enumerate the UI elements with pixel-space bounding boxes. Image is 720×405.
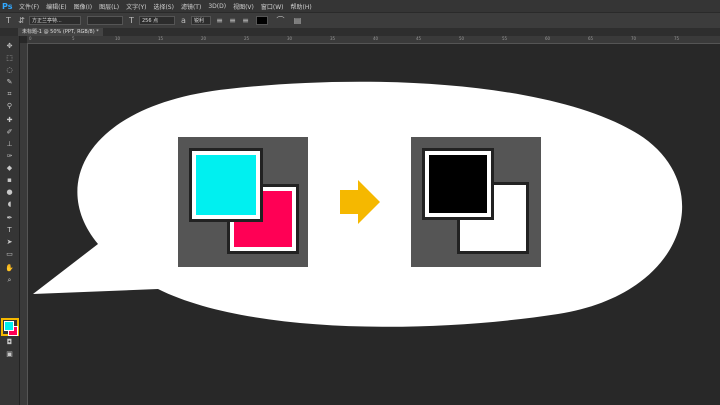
ruler-tick-label: 55 <box>502 36 508 41</box>
font-style-select[interactable] <box>87 16 123 25</box>
menu-file[interactable]: 文件(F) <box>19 2 39 11</box>
ruler-tick-label: 45 <box>416 36 422 41</box>
warp-text-icon[interactable]: ⌒ <box>276 16 285 25</box>
rectangle-tool-icon[interactable]: ▭ <box>4 250 15 259</box>
text-orientation-icon[interactable]: ⇵ <box>17 16 26 25</box>
type-tool-icon-side[interactable]: T <box>4 226 15 235</box>
quick-select-tool-icon[interactable]: ✎ <box>4 78 15 87</box>
align-center-icon[interactable]: ≡ <box>228 16 237 25</box>
ruler-tick-label: 40 <box>373 36 379 41</box>
menu-bar: Ps 文件(F) 编辑(E) 图像(I) 图层(L) 文字(Y) 选择(S) 滤… <box>0 0 720 12</box>
ruler-tick-label: 0 <box>29 36 32 41</box>
canvas-area[interactable] <box>28 44 720 405</box>
align-right-icon[interactable]: ≡ <box>241 16 250 25</box>
after-foreground-square <box>422 148 494 220</box>
blur-tool-icon[interactable]: ● <box>4 188 15 197</box>
menu-select[interactable]: 选择(S) <box>153 2 174 11</box>
arrow-right-icon <box>340 180 380 224</box>
document-tab[interactable]: 未标题-1 @ 50% (PPT, RGB/8) * <box>18 28 103 36</box>
marquee-tool-icon[interactable]: ⬚ <box>4 54 15 63</box>
path-select-tool-icon[interactable]: ➤ <box>4 238 15 247</box>
ruler-tick-label: 65 <box>588 36 594 41</box>
document-tab-bar: 未标题-1 @ 50% (PPT, RGB/8) * <box>0 28 720 36</box>
font-size-select[interactable]: 256 点 <box>139 16 175 25</box>
menu-layer[interactable]: 图层(L) <box>99 2 119 11</box>
text-color-swatch[interactable] <box>256 16 268 25</box>
ruler-tick-label: 15 <box>158 36 164 41</box>
ruler-tick-label: 25 <box>244 36 250 41</box>
menu-filter[interactable]: 滤镜(T) <box>181 2 201 11</box>
history-brush-tool-icon[interactable]: ✑ <box>4 152 15 161</box>
font-family-select[interactable]: 方正兰亭特... <box>29 16 81 25</box>
menu-type[interactable]: 文字(Y) <box>126 2 146 11</box>
menu-window[interactable]: 窗口(W) <box>261 2 284 11</box>
align-left-icon[interactable]: ≡ <box>215 16 224 25</box>
ruler-tick-label: 75 <box>674 36 680 41</box>
type-tool-icon[interactable]: T <box>4 16 13 25</box>
zoom-tool-icon[interactable]: ⌕ <box>4 276 15 285</box>
ruler-tick-label: 30 <box>287 36 293 41</box>
ruler-tick-label: 5 <box>72 36 75 41</box>
move-tool-icon[interactable]: ✥ <box>4 42 15 51</box>
after-swatch-panel <box>411 137 541 267</box>
crop-tool-icon[interactable]: ⌗ <box>4 90 15 99</box>
pen-tool-icon[interactable]: ✒ <box>4 214 15 223</box>
vertical-ruler <box>20 43 28 405</box>
antialias-select[interactable]: 锐利 <box>191 16 211 25</box>
tools-panel: ✥ ⬚ ◌ ✎ ⌗ ⚲ ✚ ✐ ⊥ ✑ ◆ ▪ ● ◖ ✒ T ➤ ▭ ✋ ⌕ … <box>0 36 20 405</box>
antialias-icon: a <box>181 16 186 25</box>
screen-mode-icon[interactable]: ▣ <box>4 350 15 359</box>
menu-help[interactable]: 帮助(H) <box>291 2 312 11</box>
ruler-tick-label: 60 <box>545 36 551 41</box>
menu-3d[interactable]: 3D(D) <box>208 3 226 10</box>
options-bar: T ⇵ 方正兰亭特... T 256 点 a 锐利 ≡ ≡ ≡ ⌒ ▤ <box>0 12 720 29</box>
brush-tool-icon[interactable]: ✐ <box>4 128 15 137</box>
gradient-tool-icon[interactable]: ▪ <box>4 176 15 185</box>
foreground-color-swatch[interactable] <box>4 321 14 331</box>
ruler-tick-label: 50 <box>459 36 465 41</box>
ruler-tick-label: 10 <box>115 36 121 41</box>
ruler-tick-label: 70 <box>631 36 637 41</box>
ruler-tick-label: 20 <box>201 36 207 41</box>
dodge-tool-icon[interactable]: ◖ <box>4 200 15 209</box>
eraser-tool-icon[interactable]: ◆ <box>4 164 15 173</box>
lasso-tool-icon[interactable]: ◌ <box>4 66 15 75</box>
character-panel-icon[interactable]: ▤ <box>293 16 302 25</box>
photoshop-logo: Ps <box>2 1 13 11</box>
ruler-tick-label: 35 <box>330 36 336 41</box>
menu-edit[interactable]: 编辑(E) <box>46 2 66 11</box>
font-size-icon: T <box>129 16 134 25</box>
horizontal-ruler: 0 5 10 15 20 25 30 35 40 45 50 55 60 65 70 75 <box>27 36 720 44</box>
clone-stamp-tool-icon[interactable]: ⊥ <box>4 140 15 149</box>
menu-view[interactable]: 视图(V) <box>233 2 254 11</box>
before-swatch-panel <box>178 137 308 267</box>
quick-mask-icon[interactable]: ◘ <box>4 338 15 347</box>
eyedropper-tool-icon[interactable]: ⚲ <box>4 102 15 111</box>
hand-tool-icon[interactable]: ✋ <box>4 264 15 273</box>
menu-image[interactable]: 图像(I) <box>74 2 92 11</box>
before-foreground-square <box>189 148 263 222</box>
healing-brush-tool-icon[interactable]: ✚ <box>4 116 15 125</box>
